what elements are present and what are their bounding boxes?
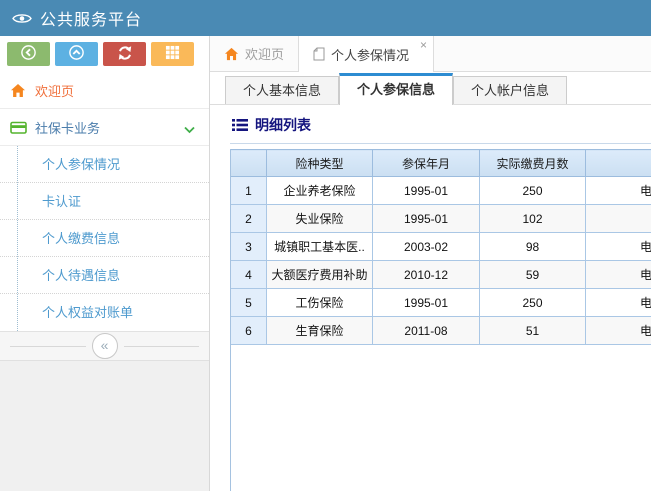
paid-months-cell: 51	[480, 317, 586, 345]
row-number-cell: 4	[231, 261, 267, 289]
inner-tab-bar: 个人基本信息 个人参保信息 个人帐户信息	[210, 72, 651, 105]
chevron-up-circle-icon	[68, 44, 85, 64]
insurance-type-cell: 生育保险	[267, 317, 373, 345]
insurance-type-cell: 城镇职工基本医..	[267, 233, 373, 261]
chevron-down-icon	[184, 122, 195, 137]
row-number-cell: 3	[231, 233, 267, 261]
col-paid-months[interactable]: 实际缴费月数	[480, 150, 586, 177]
paid-months-cell: 102	[480, 205, 586, 233]
sidebar-item-personal-insurance[interactable]: 个人参保情况	[0, 146, 209, 183]
sidebar-collapse-bar: «	[0, 332, 209, 361]
app-title: 公共服务平台	[40, 6, 142, 30]
extra-cell: 电	[586, 317, 651, 345]
paid-months-cell: 250	[480, 289, 586, 317]
table-row[interactable]: 1企业养老保险1995-01250电	[231, 177, 651, 205]
col-enroll-month[interactable]: 参保年月	[373, 150, 480, 177]
enroll-month-cell: 2010-12	[373, 261, 480, 289]
tab-basic-info[interactable]: 个人基本信息	[225, 76, 339, 104]
row-number-cell: 2	[231, 205, 267, 233]
col-row-number[interactable]	[231, 150, 267, 177]
sidebar-back-button[interactable]	[7, 42, 50, 66]
sidebar-filler	[0, 361, 209, 491]
enroll-month-cell: 2011-08	[373, 317, 480, 345]
enroll-month-cell: 1995-01	[373, 289, 480, 317]
sidebar-item-label: 社保卡业务	[35, 118, 100, 137]
refresh-icon	[117, 45, 133, 64]
extra-cell: 电	[586, 289, 651, 317]
extra-cell: 电	[586, 261, 651, 289]
table-row[interactable]: 3城镇职工基本医..2003-0298电	[231, 233, 651, 261]
insurance-type-cell: 工伤保险	[267, 289, 373, 317]
collapse-sidebar-button[interactable]: «	[92, 333, 118, 359]
chevron-left-circle-icon	[20, 44, 37, 64]
eye-icon	[12, 12, 32, 25]
app-header: 公共服务平台	[0, 0, 651, 36]
divider	[10, 346, 86, 347]
enroll-month-cell: 1995-01	[373, 205, 480, 233]
refresh-button[interactable]	[103, 42, 146, 66]
document-icon	[313, 47, 325, 61]
close-icon[interactable]: ×	[420, 38, 427, 52]
extra-cell: 电	[586, 233, 651, 261]
extra-cell	[586, 205, 651, 233]
card-icon	[10, 120, 27, 135]
enroll-month-cell: 1995-01	[373, 177, 480, 205]
sidebar-item-card-auth[interactable]: 卡认证	[0, 183, 209, 220]
tab-personal-insurance[interactable]: 个人参保情况 ×	[299, 36, 434, 72]
insurance-type-cell: 大额医疗费用补助	[267, 261, 373, 289]
home-icon	[10, 83, 27, 98]
table-row[interactable]: 4大额医疗费用补助2010-1259电	[231, 261, 651, 289]
detail-grid-body: 1企业养老保险1995-01250电2失业保险1995-011023城镇职工基本…	[231, 177, 651, 345]
sidebar-submenu: 个人参保情况 卡认证 个人缴费信息 个人待遇信息 个人权益对账单	[0, 146, 209, 332]
tab-insurance-info[interactable]: 个人参保信息	[339, 73, 453, 105]
divider	[124, 346, 200, 347]
section-title: 明细列表	[255, 115, 311, 135]
main-content: 欢迎页 个人参保情况 × 个人基本信息 个人参保信息 个人帐户信息	[210, 36, 651, 491]
insurance-type-cell: 失业保险	[267, 205, 373, 233]
row-number-cell: 1	[231, 177, 267, 205]
row-number-cell: 5	[231, 289, 267, 317]
sidebar-toolbar	[0, 36, 209, 72]
tab-content: 个人基本信息 个人参保信息 个人帐户信息 明细列表	[210, 72, 651, 491]
section-header: 明细列表	[230, 105, 651, 144]
sidebar-item-label: 欢迎页	[35, 81, 74, 100]
sidebar-item-welcome[interactable]: 欢迎页	[0, 72, 209, 109]
paid-months-cell: 250	[480, 177, 586, 205]
table-row[interactable]: 2失业保险1995-01102	[231, 205, 651, 233]
detail-grid-panel: 险种类型 参保年月 实际缴费月数 1企业养老保险1995-01250电2失业保险…	[230, 149, 651, 491]
sidebar: 欢迎页 社保卡业务 个人参保情况 卡认证 个人缴费信息 个人待遇信息 个人权益对…	[0, 36, 210, 491]
table-row[interactable]: 5工伤保险1995-01250电	[231, 289, 651, 317]
menu-grid-button[interactable]	[151, 42, 194, 66]
extra-cell: 电	[586, 177, 651, 205]
submenu-guide-line	[17, 146, 18, 331]
home-icon	[224, 47, 239, 61]
table-row[interactable]: 6生育保险2011-0851电	[231, 317, 651, 345]
row-number-cell: 6	[231, 317, 267, 345]
sidebar-item-social-card[interactable]: 社保卡业务	[0, 109, 209, 146]
tab-welcome[interactable]: 欢迎页	[210, 36, 299, 71]
tab-account-info[interactable]: 个人帐户信息	[453, 76, 567, 104]
sidebar-item-rights-statement[interactable]: 个人权益对账单	[0, 294, 209, 331]
detail-table: 险种类型 参保年月 实际缴费月数 1企业养老保险1995-01250电2失业保险…	[230, 149, 651, 345]
tab-label: 欢迎页	[245, 44, 284, 63]
col-extra[interactable]	[586, 150, 651, 177]
scroll-top-button[interactable]	[55, 42, 98, 66]
sidebar-item-payment-info[interactable]: 个人缴费信息	[0, 220, 209, 257]
col-insurance-type[interactable]: 险种类型	[267, 150, 373, 177]
insurance-type-cell: 企业养老保险	[267, 177, 373, 205]
tab-label: 个人参保情况	[331, 45, 409, 64]
paid-months-cell: 98	[480, 233, 586, 261]
grid-icon	[165, 45, 180, 63]
list-icon	[232, 118, 248, 132]
paid-months-cell: 59	[480, 261, 586, 289]
enroll-month-cell: 2003-02	[373, 233, 480, 261]
table-header-row: 险种类型 参保年月 实际缴费月数	[231, 150, 651, 177]
tab-bar: 欢迎页 个人参保情况 ×	[210, 36, 651, 72]
sidebar-item-benefit-info[interactable]: 个人待遇信息	[0, 257, 209, 294]
